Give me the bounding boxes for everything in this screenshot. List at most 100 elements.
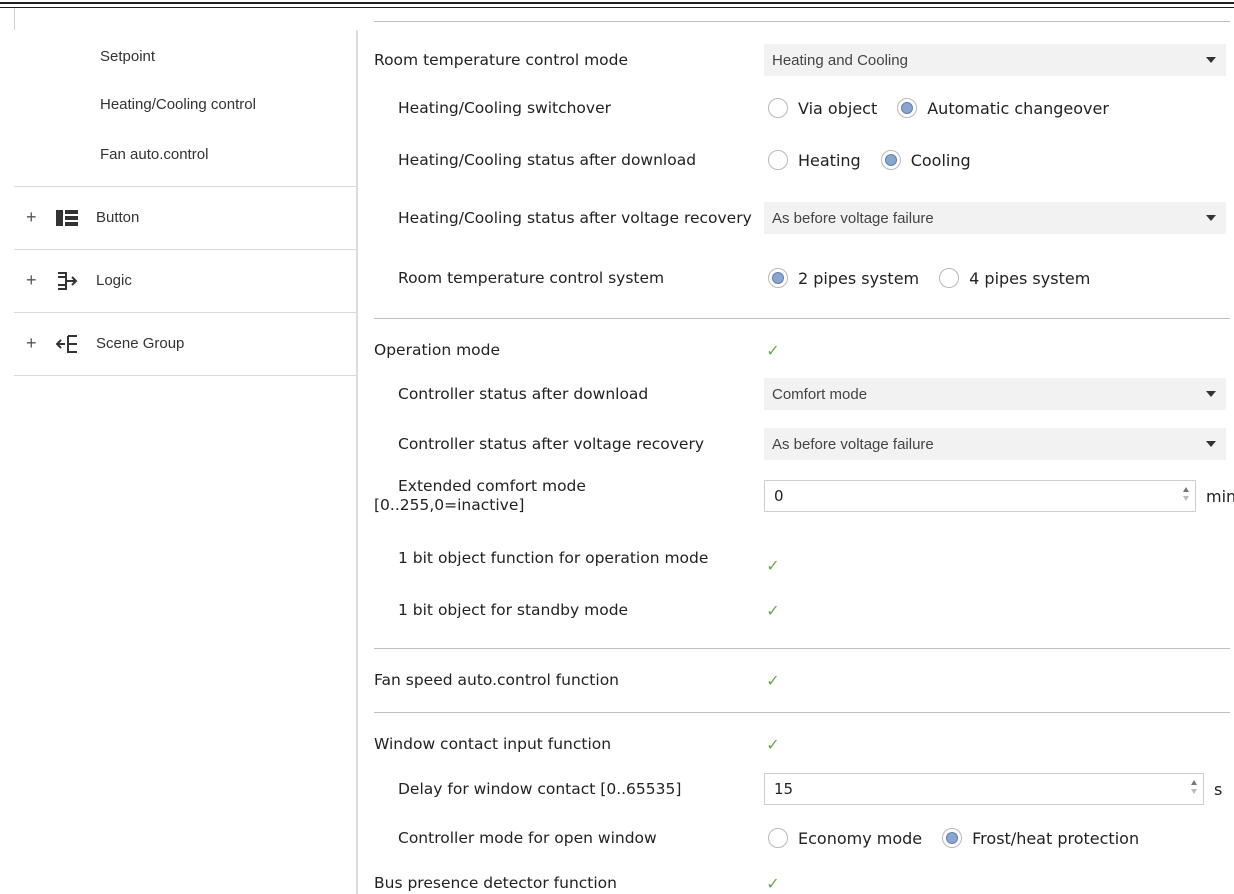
controller-mode-open-window-label: Controller mode for open window bbox=[398, 828, 657, 847]
sidebar-item-label: Fan auto.control bbox=[100, 145, 209, 163]
four-pipes-system-radio[interactable] bbox=[939, 268, 960, 288]
controller-mode-open-window-row: Controller mode for open window Economy … bbox=[360, 822, 1234, 854]
heating-label: Heating bbox=[798, 150, 861, 170]
one-bit-standby-checkbox[interactable]: ✓ bbox=[764, 601, 782, 620]
one-bit-standby-label: 1 bit object for standby mode bbox=[398, 600, 629, 619]
two-pipes-system-label: 2 pipes system bbox=[798, 268, 920, 288]
fan-speed-auto-control-label: Fan speed auto.control function bbox=[374, 670, 620, 689]
unit-label: s bbox=[1214, 779, 1223, 799]
controller-status-download-label: Controller status after download bbox=[398, 384, 649, 403]
heating-cooling-status-download-label: Heating/Cooling status after download bbox=[398, 150, 697, 169]
select-value: Comfort mode bbox=[772, 385, 868, 403]
one-bit-operation-mode-row: 1 bit object function for operation mode… bbox=[360, 536, 1234, 580]
section-divider bbox=[374, 648, 1230, 649]
input-value: 15 bbox=[774, 780, 794, 798]
fan-speed-auto-control-row: Fan speed auto.control function ✓ bbox=[360, 664, 1234, 696]
extended-comfort-mode-row: Extended comfort mode [0..255,0=inactive… bbox=[360, 474, 1234, 518]
heating-cooling-status-download-row: Heating/Cooling status after download He… bbox=[360, 144, 1234, 176]
window-contact-input-row: Window contact input function ✓ bbox=[360, 728, 1234, 760]
input-value: 0 bbox=[774, 487, 784, 505]
room-temperature-control-mode-row: Room temperature control mode Heating an… bbox=[360, 44, 1234, 76]
via-object-label: Via object bbox=[798, 98, 878, 118]
expand-icon[interactable]: + bbox=[26, 333, 37, 354]
heating-cooling-switchover-row: Heating/Cooling switchover Via object Au… bbox=[360, 92, 1234, 124]
heating-cooling-status-voltage-row: Heating/Cooling status after voltage rec… bbox=[360, 196, 1234, 240]
operation-mode-checkbox[interactable]: ✓ bbox=[764, 341, 782, 360]
expand-icon[interactable]: + bbox=[26, 207, 37, 228]
heating-cooling-switchover-label: Heating/Cooling switchover bbox=[398, 98, 611, 117]
chevron-down-icon bbox=[1206, 441, 1216, 447]
room-temperature-control-mode-label: Room temperature control mode bbox=[374, 50, 629, 69]
fan-speed-auto-control-checkbox[interactable]: ✓ bbox=[764, 671, 782, 690]
room-temperature-control-mode-select[interactable]: Heating and Cooling bbox=[764, 44, 1226, 76]
select-value: As before voltage failure bbox=[772, 209, 934, 227]
parameter-panel: Room temperature control mode Heating an… bbox=[360, 0, 1234, 894]
select-value: Heating and Cooling bbox=[772, 51, 908, 69]
sidebar-item-label: Heating/Cooling control bbox=[100, 95, 256, 113]
operation-mode-row: Operation mode ✓ bbox=[360, 334, 1234, 366]
cooling-radio[interactable] bbox=[880, 150, 901, 170]
sidebar-item-label: Setpoint bbox=[100, 47, 156, 65]
heating-cooling-status-voltage-label: Heating/Cooling status after voltage rec… bbox=[398, 208, 752, 227]
sidebar-item-heating-cooling-control[interactable]: Heating/Cooling control bbox=[14, 86, 356, 122]
sidebar-item-fan-auto-control[interactable]: Fan auto.control bbox=[14, 136, 356, 172]
bus-presence-detector-checkbox[interactable]: ✓ bbox=[764, 874, 782, 893]
heating-cooling-status-voltage-select[interactable]: As before voltage failure bbox=[764, 202, 1226, 234]
window-contact-input-checkbox[interactable]: ✓ bbox=[764, 735, 782, 754]
button-icon bbox=[56, 207, 78, 229]
one-bit-standby-row: 1 bit object for standby mode ✓ bbox=[360, 594, 1234, 626]
extended-comfort-mode-input[interactable]: 0 bbox=[764, 480, 1196, 512]
extended-comfort-mode-label: Extended comfort mode [0..255,0=inactive… bbox=[374, 477, 586, 514]
expand-icon[interactable]: + bbox=[26, 270, 37, 291]
frost-heat-protection-label: Frost/heat protection bbox=[972, 828, 1140, 848]
controller-status-voltage-row: Controller status after voltage recovery… bbox=[360, 428, 1234, 460]
section-divider bbox=[374, 21, 1230, 22]
bus-presence-detector-row: Bus presence detector function ✓ bbox=[360, 872, 1234, 894]
sidebar-group-logic[interactable]: + Logic bbox=[14, 249, 356, 311]
sidebar-group-scene-group[interactable]: + Scene Group bbox=[14, 312, 356, 374]
window-contact-delay-input[interactable]: 15 bbox=[764, 773, 1204, 805]
sidebar-group-label: Logic bbox=[96, 272, 132, 289]
controller-status-voltage-label: Controller status after voltage recovery bbox=[398, 434, 704, 453]
economy-mode-radio[interactable] bbox=[768, 828, 788, 848]
sidebar-item-setpoint[interactable]: Setpoint bbox=[14, 38, 356, 74]
via-object-radio[interactable] bbox=[768, 98, 788, 118]
select-value: As before voltage failure bbox=[772, 435, 934, 453]
sidebar-divider[interactable] bbox=[356, 30, 358, 894]
controller-status-voltage-select[interactable]: As before voltage failure bbox=[764, 428, 1226, 460]
room-temperature-control-system-label: Room temperature control system bbox=[398, 268, 665, 287]
two-pipes-system-radio[interactable] bbox=[768, 268, 788, 288]
chevron-down-icon bbox=[1206, 215, 1216, 221]
window-contact-delay-row: Delay for window contact [0..65535] 15 s bbox=[360, 773, 1234, 805]
spin-arrows-icon[interactable] bbox=[1191, 780, 1197, 794]
window-contact-delay-label: Delay for window contact [0..65535] bbox=[398, 779, 682, 798]
sidebar-group-label: Button bbox=[96, 209, 140, 226]
unit-label: min bbox=[1206, 486, 1234, 506]
controller-status-download-select[interactable]: Comfort mode bbox=[764, 378, 1226, 410]
sidebar-group-button[interactable]: + Button bbox=[14, 186, 356, 248]
scene-group-icon bbox=[56, 333, 78, 355]
cooling-label: Cooling bbox=[910, 150, 971, 170]
section-divider bbox=[374, 318, 1230, 319]
sidebar-group-end-divider bbox=[14, 375, 356, 376]
operation-mode-label: Operation mode bbox=[374, 340, 501, 359]
frost-heat-protection-radio[interactable] bbox=[942, 828, 963, 848]
room-temperature-control-system-row: Room temperature control system 2 pipes … bbox=[360, 262, 1234, 294]
spin-arrows-icon[interactable] bbox=[1183, 487, 1189, 501]
window-contact-input-label: Window contact input function bbox=[374, 734, 612, 753]
automatic-changeover-label: Automatic changeover bbox=[927, 98, 1109, 118]
logic-icon bbox=[56, 270, 78, 292]
automatic-changeover-radio[interactable] bbox=[897, 98, 918, 118]
sidebar-top-edge bbox=[14, 8, 15, 30]
heating-radio[interactable] bbox=[768, 150, 788, 170]
chevron-down-icon bbox=[1206, 57, 1216, 63]
controller-status-download-row: Controller status after download Comfort… bbox=[360, 378, 1234, 410]
chevron-down-icon bbox=[1206, 391, 1216, 397]
four-pipes-system-label: 4 pipes system bbox=[969, 268, 1091, 288]
bus-presence-detector-label: Bus presence detector function bbox=[374, 873, 617, 892]
section-divider bbox=[374, 712, 1230, 713]
one-bit-operation-mode-checkbox[interactable]: ✓ bbox=[764, 556, 782, 575]
one-bit-operation-mode-label: 1 bit object function for operation mode bbox=[398, 548, 709, 567]
economy-mode-label: Economy mode bbox=[798, 828, 923, 848]
sidebar-group-label: Scene Group bbox=[96, 335, 185, 352]
